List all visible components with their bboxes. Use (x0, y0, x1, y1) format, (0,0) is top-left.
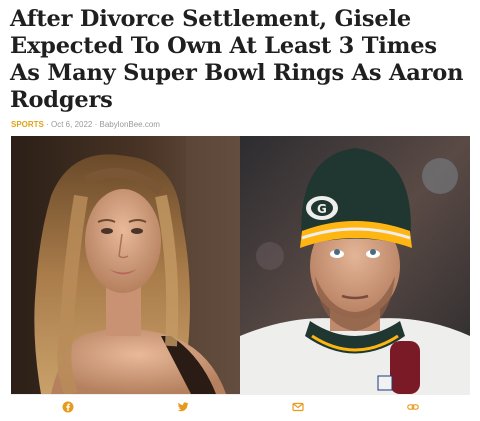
facebook-icon (62, 401, 74, 413)
meta-separator: · (43, 120, 52, 129)
article-headline[interactable]: After Divorce Settlement, Gisele Expecte… (10, 6, 472, 114)
gisele-photo (11, 136, 240, 394)
svg-text:G: G (317, 202, 327, 216)
copy-link-button[interactable] (393, 397, 433, 417)
twitter-share-button[interactable] (163, 397, 203, 417)
aaron-rodgers-photo: G (240, 136, 470, 394)
category-label[interactable]: SPORTS (11, 120, 44, 129)
share-bar (11, 394, 470, 419)
facebook-share-button[interactable] (48, 397, 88, 417)
email-share-button[interactable] (278, 397, 318, 417)
publish-date: Oct 6, 2022 (51, 120, 93, 129)
twitter-icon (177, 402, 189, 412)
article-image: G (11, 136, 470, 394)
article-meta: SPORTS · Oct 6, 2022 · BabylonBee.com (11, 120, 160, 129)
email-icon (292, 402, 304, 412)
source-label: BabylonBee.com (99, 120, 160, 129)
link-icon (406, 404, 419, 410)
